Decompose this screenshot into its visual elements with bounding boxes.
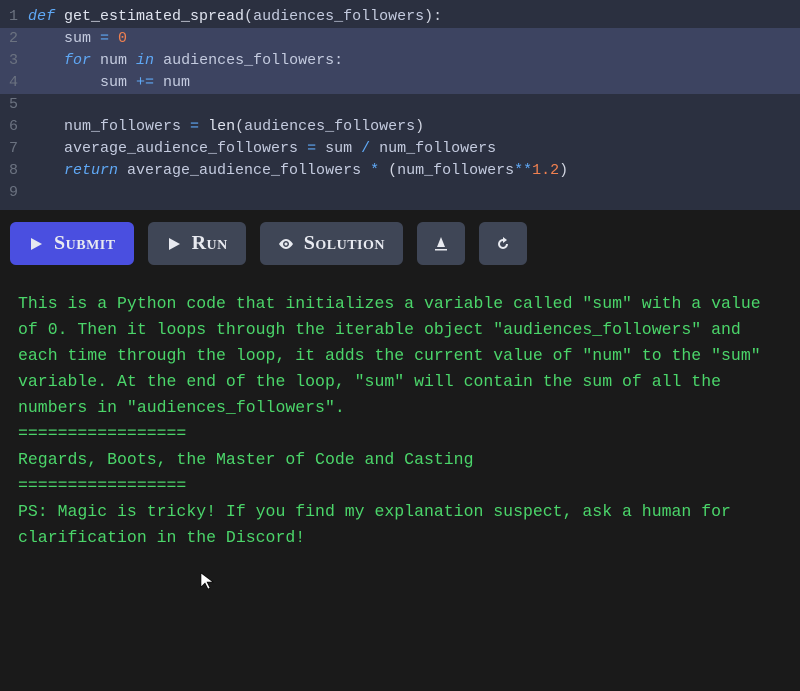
run-button[interactable]: Run (148, 222, 246, 265)
undo-icon (495, 236, 511, 252)
line-number: 2 (0, 28, 28, 50)
code-line[interactable]: 3 for num in audiences_followers: (0, 50, 800, 72)
code-editor[interactable]: 1def get_estimated_spread(audiences_foll… (0, 0, 800, 210)
line-number: 7 (0, 138, 28, 160)
line-number: 5 (0, 94, 28, 116)
run-label: Run (192, 232, 228, 255)
code-line[interactable]: 5 (0, 94, 800, 116)
wizard-button[interactable] (417, 222, 465, 265)
submit-label: Submit (54, 232, 116, 255)
line-number: 4 (0, 72, 28, 94)
code-line[interactable]: 2 sum = 0 (0, 28, 800, 50)
code-content[interactable]: return average_audience_followers * (num… (28, 160, 800, 182)
code-content[interactable]: sum = 0 (28, 28, 800, 50)
code-content[interactable]: for num in audiences_followers: (28, 50, 800, 72)
play-icon (28, 236, 44, 252)
code-content[interactable]: def get_estimated_spread(audiences_follo… (28, 6, 800, 28)
reset-button[interactable] (479, 222, 527, 265)
line-number: 8 (0, 160, 28, 182)
solution-label: Solution (304, 232, 385, 255)
code-content[interactable]: sum += num (28, 72, 800, 94)
code-content[interactable]: average_audience_followers = sum / num_f… (28, 138, 800, 160)
eye-icon (278, 236, 294, 252)
action-toolbar: Submit Run Solution (0, 210, 800, 277)
solution-button[interactable]: Solution (260, 222, 403, 265)
code-line[interactable]: 9 (0, 182, 800, 204)
line-number: 1 (0, 6, 28, 28)
console-output: This is a Python code that initializes a… (0, 277, 800, 551)
play-icon (166, 236, 182, 252)
submit-button[interactable]: Submit (10, 222, 134, 265)
code-line[interactable]: 4 sum += num (0, 72, 800, 94)
code-line[interactable]: 7 average_audience_followers = sum / num… (0, 138, 800, 160)
line-number: 6 (0, 116, 28, 138)
line-number: 3 (0, 50, 28, 72)
mouse-cursor-icon (200, 572, 216, 592)
code-line[interactable]: 6 num_followers = len(audiences_follower… (0, 116, 800, 138)
code-content[interactable]: num_followers = len(audiences_followers) (28, 116, 800, 138)
wizard-hat-icon (433, 236, 449, 252)
code-line[interactable]: 8 return average_audience_followers * (n… (0, 160, 800, 182)
code-line[interactable]: 1def get_estimated_spread(audiences_foll… (0, 6, 800, 28)
line-number: 9 (0, 182, 28, 204)
